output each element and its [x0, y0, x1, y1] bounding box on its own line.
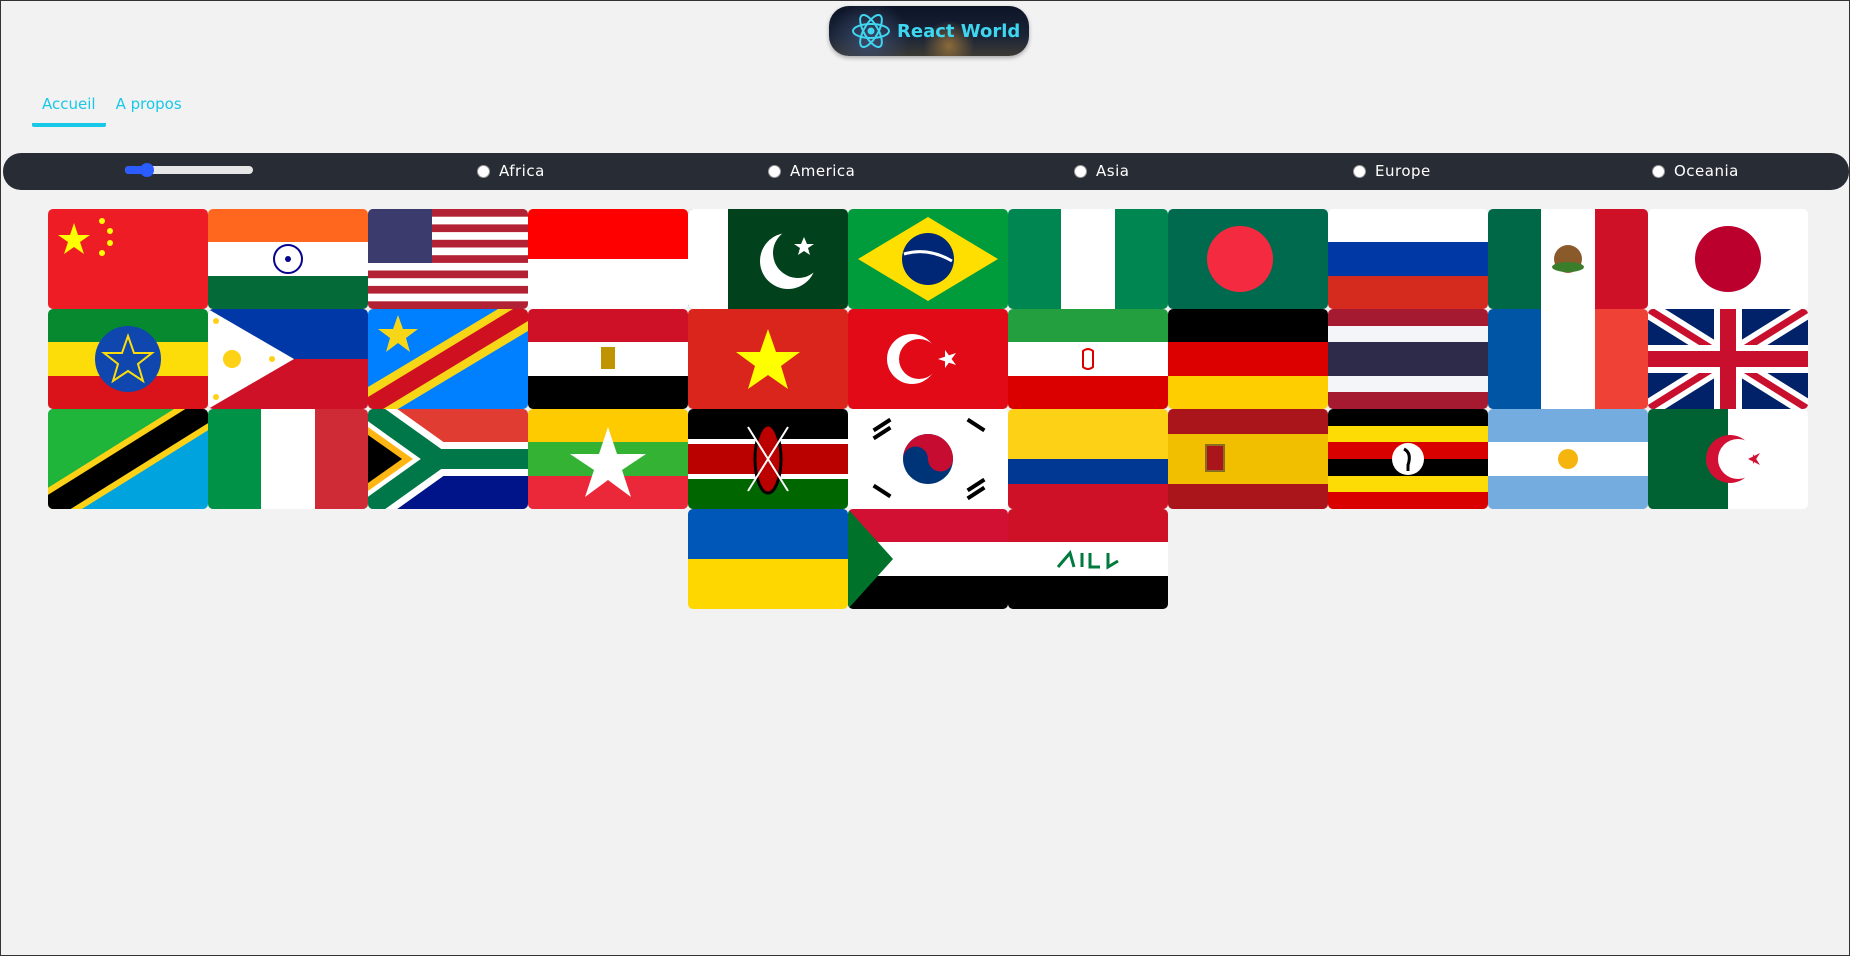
region-label: Europe — [1375, 162, 1431, 180]
region-label: Asia — [1096, 162, 1130, 180]
flag-count-slider[interactable] — [125, 163, 253, 177]
radio-button[interactable] — [1074, 164, 1087, 178]
radio-button[interactable] — [477, 164, 490, 178]
usa-flag[interactable] — [368, 209, 528, 309]
react-atom-icon — [852, 14, 890, 48]
flags-grid — [48, 209, 1808, 609]
south-korea-flag[interactable] — [848, 409, 1008, 509]
nav-link-a-propos[interactable]: A propos — [106, 91, 192, 127]
spain-flag[interactable] — [1168, 409, 1328, 509]
iran-flag[interactable] — [1008, 309, 1168, 409]
region-label: America — [790, 162, 856, 180]
iraq-flag[interactable] — [1008, 509, 1168, 609]
china-flag[interactable] — [48, 209, 208, 309]
slider-thumb[interactable] — [140, 163, 154, 177]
nigeria-flag[interactable] — [1008, 209, 1168, 309]
logo-text: React World — [897, 20, 1021, 42]
radio-button[interactable] — [1353, 164, 1366, 178]
philippines-flag[interactable] — [208, 309, 368, 409]
india-flag[interactable] — [208, 209, 368, 309]
filter-bar: Africa America Asia Europe Oceania — [3, 153, 1849, 190]
radio-america[interactable]: America — [768, 162, 855, 180]
argentina-flag[interactable] — [1488, 409, 1648, 509]
ukraine-flag[interactable] — [688, 509, 848, 609]
react-world-logo[interactable]: React World — [829, 6, 1029, 56]
myanmar-flag[interactable] — [528, 409, 688, 509]
sudan-flag[interactable] — [848, 509, 1008, 609]
grid-spacer — [368, 509, 528, 609]
colombia-flag[interactable] — [1008, 409, 1168, 509]
ethiopia-flag[interactable] — [48, 309, 208, 409]
main-nav: Accueil A propos — [32, 91, 192, 127]
brazil-flag[interactable] — [848, 209, 1008, 309]
grid-spacer — [208, 509, 368, 609]
nav-link-accueil[interactable]: Accueil — [32, 91, 106, 127]
radio-europe[interactable]: Europe — [1353, 162, 1431, 180]
germany-flag[interactable] — [1168, 309, 1328, 409]
vietnam-flag[interactable] — [688, 309, 848, 409]
france-flag[interactable] — [1488, 309, 1648, 409]
algeria-flag[interactable] — [1648, 409, 1808, 509]
turkey-flag[interactable] — [848, 309, 1008, 409]
uganda-flag[interactable] — [1328, 409, 1488, 509]
mexico-flag[interactable] — [1488, 209, 1648, 309]
tanzania-flag[interactable] — [48, 409, 208, 509]
russia-flag[interactable] — [1328, 209, 1488, 309]
japan-flag[interactable] — [1648, 209, 1808, 309]
kenya-flag[interactable] — [688, 409, 848, 509]
south-africa-flag[interactable] — [368, 409, 528, 509]
region-label: Oceania — [1674, 162, 1739, 180]
bangladesh-flag[interactable] — [1168, 209, 1328, 309]
radio-africa[interactable]: Africa — [477, 162, 545, 180]
italy-flag[interactable] — [208, 409, 368, 509]
pakistan-flag[interactable] — [688, 209, 848, 309]
egypt-flag[interactable] — [528, 309, 688, 409]
dr-congo-flag[interactable] — [368, 309, 528, 409]
radio-asia[interactable]: Asia — [1074, 162, 1129, 180]
radio-oceania[interactable]: Oceania — [1652, 162, 1739, 180]
radio-button[interactable] — [1652, 164, 1665, 178]
grid-spacer — [48, 509, 208, 609]
region-label: Africa — [499, 162, 545, 180]
thailand-flag[interactable] — [1328, 309, 1488, 409]
grid-spacer — [528, 509, 688, 609]
radio-button[interactable] — [768, 164, 781, 178]
indonesia-flag[interactable] — [528, 209, 688, 309]
uk-flag[interactable] — [1648, 309, 1808, 409]
